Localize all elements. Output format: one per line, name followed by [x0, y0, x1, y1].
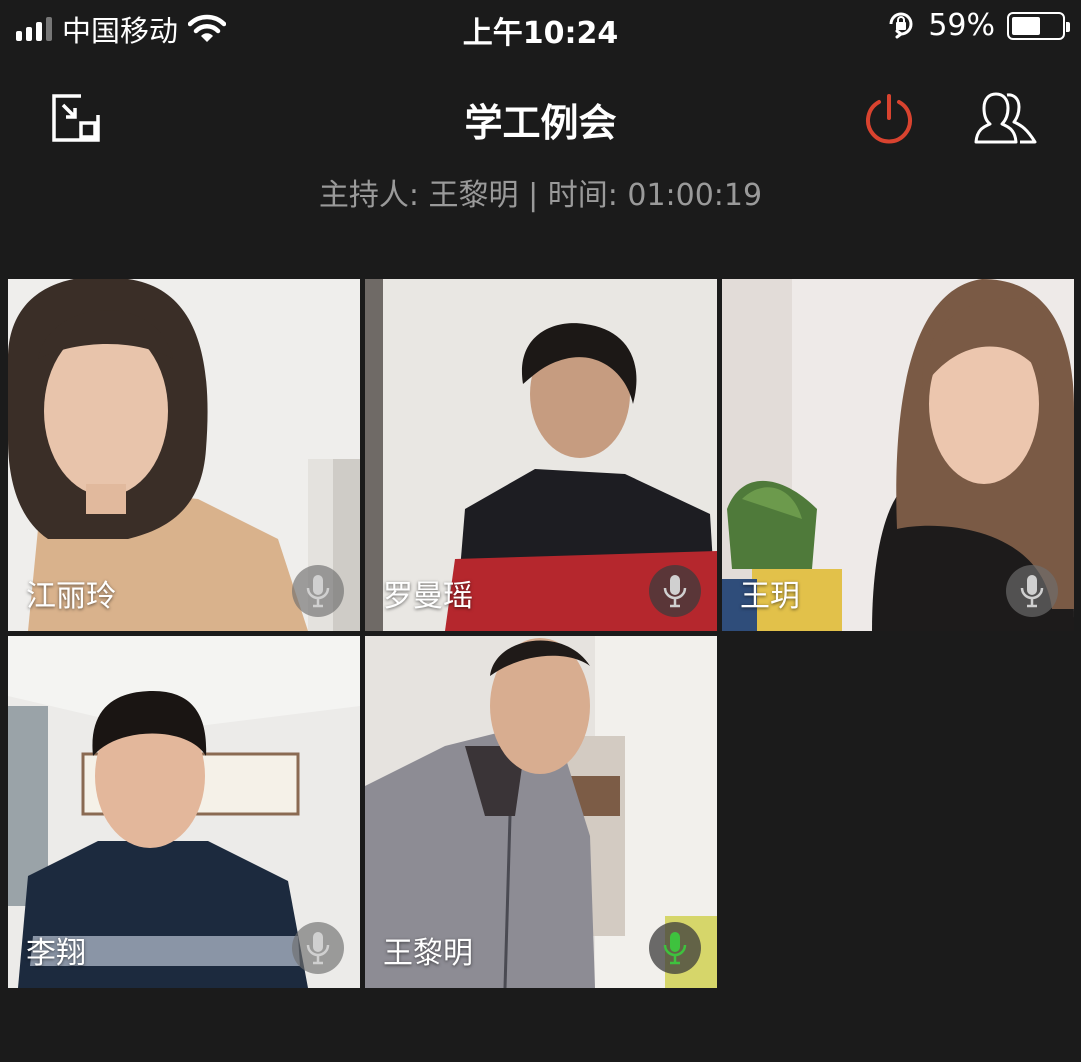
participant-name: 李翔	[26, 936, 86, 971]
carrier-label: 中国移动	[62, 14, 179, 48]
wifi-icon	[188, 14, 227, 44]
mic-status	[1006, 565, 1058, 617]
minimize-window-icon	[52, 94, 100, 142]
minimize-button[interactable]	[48, 90, 104, 146]
microphone-muted-icon	[306, 575, 330, 608]
meeting-title: 学工例会	[464, 101, 617, 145]
participant-name: 王玥	[740, 579, 800, 614]
participants-button[interactable]	[970, 90, 1042, 148]
microphone-muted-icon	[1020, 575, 1044, 608]
power-icon	[866, 94, 912, 144]
video-tile[interactable]: 江丽玲	[8, 279, 360, 631]
participant-name: 王黎明	[383, 936, 473, 971]
microphone-muted-icon	[306, 932, 330, 965]
end-meeting-button[interactable]	[860, 90, 918, 148]
microphone-muted-icon	[663, 575, 687, 608]
microphone-active-icon	[663, 932, 687, 965]
participant-name: 罗曼瑶	[383, 579, 473, 614]
battery-icon	[1007, 11, 1070, 40]
orientation-lock-icon	[886, 9, 916, 43]
mic-status	[292, 922, 344, 974]
mic-status	[649, 565, 701, 617]
video-tile[interactable]: 李翔	[8, 636, 360, 988]
status-bar: 中国移动 上午10:24 59%	[0, 0, 1081, 56]
video-grid: 江丽玲 罗曼瑶 王玥 李翔 王黎明	[8, 279, 1074, 991]
video-tile[interactable]: 罗曼瑶	[365, 279, 717, 631]
participant-name: 江丽玲	[26, 579, 116, 614]
mic-status	[292, 565, 344, 617]
meeting-header: 学工例会 主持人: 王黎明 | 时间: 01:00:19	[0, 60, 1081, 213]
video-tile[interactable]: 王玥	[722, 279, 1074, 631]
video-tile[interactable]: 王黎明	[365, 636, 717, 988]
meeting-info: 主持人: 王黎明 | 时间: 01:00:19	[318, 178, 763, 213]
battery-percentage: 59%	[928, 8, 995, 43]
mic-status	[649, 922, 701, 974]
signal-icon	[16, 17, 52, 41]
participants-icon	[974, 92, 1037, 144]
